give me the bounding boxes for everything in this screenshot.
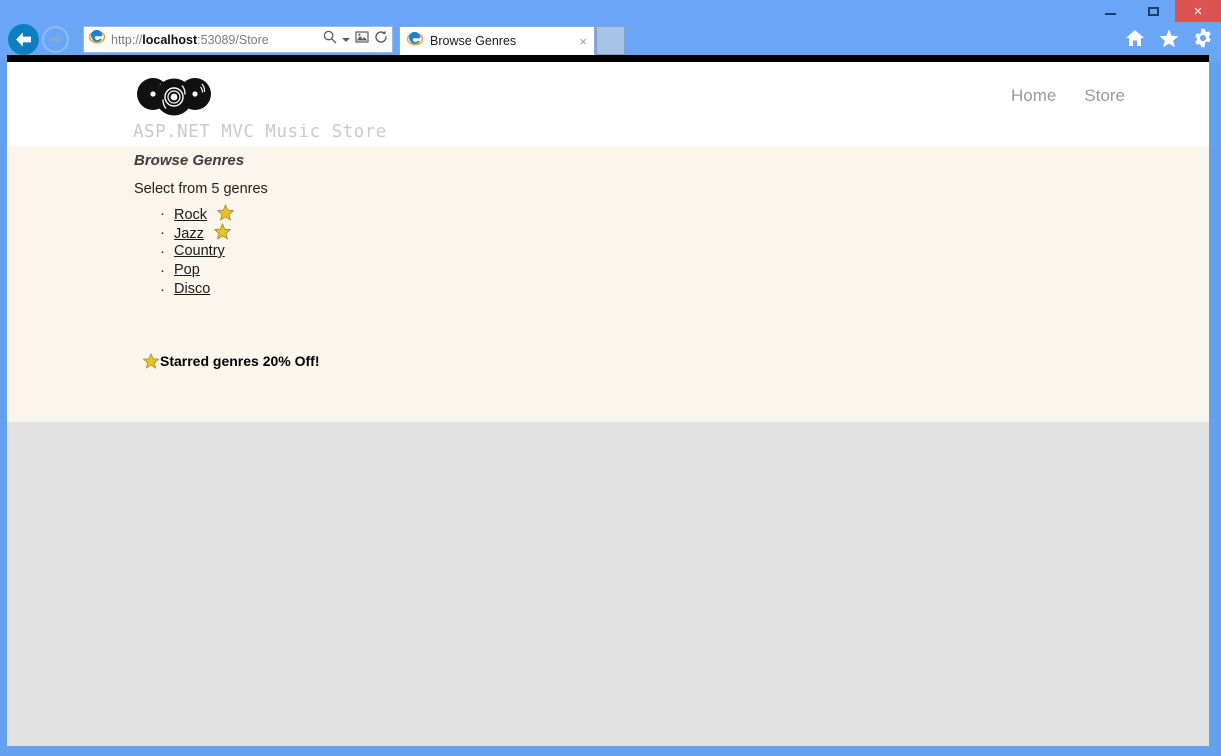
genre-link-rock[interactable]: Rock <box>174 207 207 223</box>
genre-link-pop[interactable]: Pop <box>174 262 200 278</box>
genre-list: Rock Jazz Country <box>134 204 235 299</box>
search-icon[interactable] <box>323 30 337 49</box>
tab-favicon-icon <box>406 31 424 52</box>
tab-title: Browse Genres <box>430 34 517 48</box>
maximize-icon <box>1148 6 1159 16</box>
address-bar-tools <box>323 30 388 49</box>
back-button[interactable] <box>8 24 39 55</box>
tab-close-icon[interactable]: × <box>577 35 589 48</box>
genre-count-text: Select from 5 genres <box>134 181 268 197</box>
favorites-star-icon[interactable] <box>1159 29 1179 48</box>
nav-link-home[interactable]: Home <box>1011 86 1056 106</box>
browser-toolbar-icons <box>1125 28 1213 48</box>
main-content: Browse Genres Select from 5 genres Rock … <box>7 146 1209 422</box>
starred-genre-star-icon <box>217 204 235 221</box>
promo-text: Starred genres 20% Off! <box>160 353 320 369</box>
genre-link-jazz[interactable]: Jazz <box>174 226 204 242</box>
close-icon: × <box>1193 2 1203 20</box>
genre-link-country[interactable]: Country <box>174 243 225 259</box>
promo-banner: Starred genres 20% Off! <box>143 353 320 369</box>
site-nav: Home Store <box>1011 86 1125 106</box>
browser-window: × http://localhost:53089/Store Browse Ge… <box>0 0 1221 756</box>
home-icon[interactable] <box>1125 29 1145 47</box>
new-tab-button[interactable] <box>596 26 625 55</box>
chevron-down-icon[interactable] <box>342 37 350 42</box>
page-viewport: ASP.NET MVC Music Store Home Store Brows… <box>7 62 1209 746</box>
site-header: ASP.NET MVC Music Store Home Store <box>7 62 1209 146</box>
window-controls: × <box>1089 0 1221 22</box>
refresh-icon[interactable] <box>374 30 388 49</box>
compatibility-view-icon[interactable] <box>355 30 369 49</box>
site-logo-text: ASP.NET MVC Music Store <box>133 122 387 142</box>
list-item: Country <box>160 242 234 261</box>
ie-favicon-icon <box>88 29 106 50</box>
minimize-icon <box>1105 13 1116 15</box>
site-logo[interactable]: ASP.NET MVC Music Store <box>133 76 387 142</box>
vinyl-records-logo-icon <box>133 76 387 121</box>
browser-nav-buttons <box>8 24 69 55</box>
list-item: Disco <box>160 280 234 299</box>
page-title: Browse Genres <box>134 152 245 169</box>
genre-link-disco[interactable]: Disco <box>174 281 210 297</box>
list-item: Jazz <box>160 223 234 242</box>
close-button[interactable]: × <box>1175 0 1221 22</box>
list-item: Rock <box>160 204 235 223</box>
promo-star-icon <box>143 353 159 369</box>
minimize-button[interactable] <box>1089 0 1132 22</box>
list-item: Pop <box>160 261 234 280</box>
browser-titlebar: × http://localhost:53089/Store Browse Ge… <box>0 0 1221 62</box>
settings-gear-icon[interactable] <box>1193 28 1213 48</box>
maximize-button[interactable] <box>1132 0 1175 22</box>
browser-tab[interactable]: Browse Genres × <box>399 26 595 55</box>
nav-link-store[interactable]: Store <box>1084 86 1125 106</box>
starred-genre-star-icon <box>213 223 231 240</box>
address-url-text: http://localhost:53089/Store <box>111 32 269 47</box>
forward-button[interactable] <box>42 26 69 53</box>
page-footer-area <box>7 422 1209 746</box>
address-bar[interactable]: http://localhost:53089/Store <box>83 26 393 53</box>
